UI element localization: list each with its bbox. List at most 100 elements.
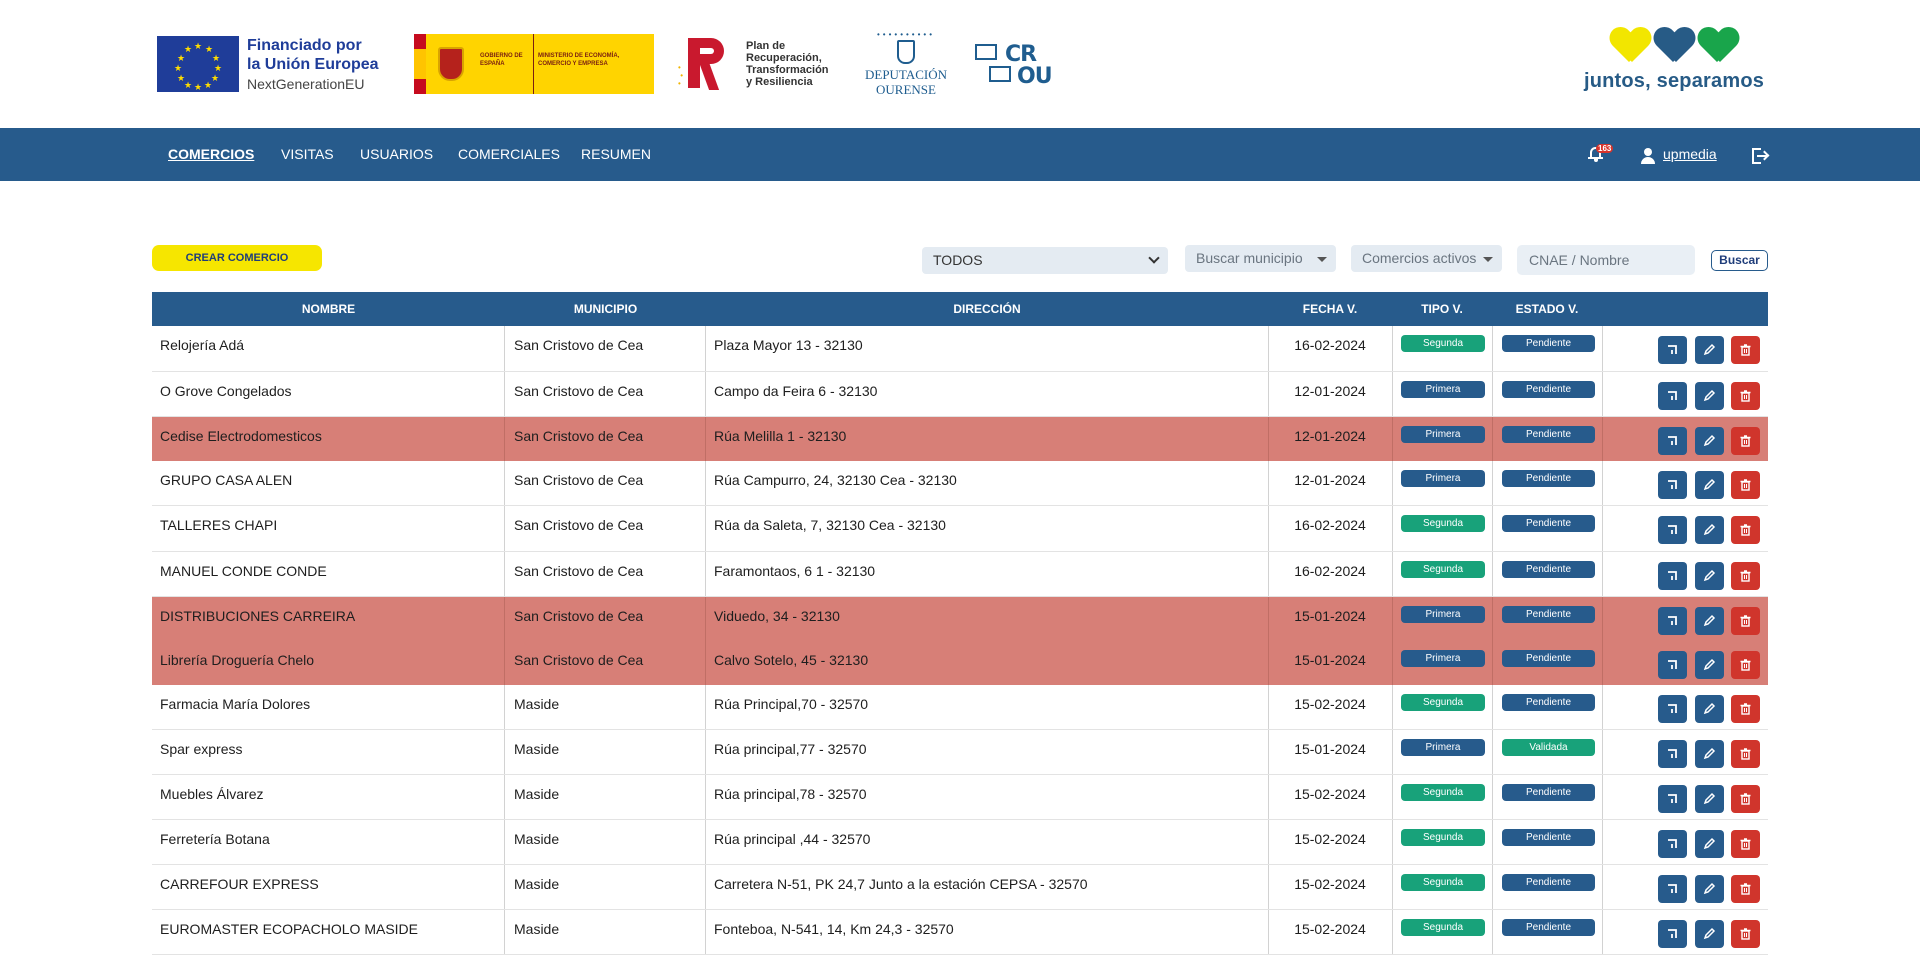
cell-municipio: San Cristovo de Cea (514, 428, 644, 444)
cell-direccion: Rúa principal ,44 - 32570 (714, 831, 871, 847)
table-row[interactable]: Librería Droguería Chelo San Cristovo de … (152, 641, 1768, 685)
cell-direccion: Rúa Campurro, 24, 32130 Cea - 32130 (714, 472, 957, 488)
assign-visit-button[interactable] (1658, 382, 1687, 410)
tipo-visita-badge: Segunda (1401, 829, 1485, 846)
deputacion-line1: DEPUTACIÓN (864, 67, 947, 82)
tipo-filter-select[interactable]: TODOS (922, 247, 1168, 274)
table-row[interactable]: CARREFOUR EXPRESS Maside Carretera N-51, P… (152, 865, 1768, 910)
assign-visit-button[interactable] (1658, 516, 1687, 544)
cell-fecha: 15-02-2024 (1294, 876, 1366, 892)
cell-direccion: Rúa da Saleta, 7, 32130 Cea - 32130 (714, 517, 946, 533)
edit-button[interactable] (1695, 875, 1724, 903)
tipo-visita-badge: Primera (1401, 426, 1485, 443)
edit-button[interactable] (1695, 830, 1724, 858)
chevron-down-icon (1148, 252, 1160, 264)
column-header-fecha: FECHA V. (1302, 302, 1358, 316)
table-row[interactable]: EUROMASTER ECOPACHOLO MASIDE Maside Fonteb… (152, 910, 1768, 955)
delete-button[interactable] (1731, 830, 1760, 858)
cell-direccion: Calvo Sotelo, 45 - 32130 (714, 652, 869, 668)
nav-usuarios[interactable]: USUARIOS (360, 146, 433, 162)
nav-resumen[interactable]: RESUMEN (581, 146, 651, 162)
table-row[interactable]: Cedise Electrodomesticos San Cristovo de … (152, 417, 1768, 461)
delete-button[interactable] (1731, 875, 1760, 903)
delete-button[interactable] (1731, 471, 1760, 499)
prtr-line1: Plan de (746, 40, 786, 52)
assign-visit-button[interactable] (1658, 471, 1687, 499)
yellow-heart-icon (1610, 28, 1650, 66)
delete-button[interactable] (1731, 382, 1760, 410)
estado-visita-badge: Pendiente (1502, 694, 1595, 711)
assign-visit-button[interactable] (1658, 830, 1687, 858)
username-link[interactable]: upmedia (1663, 146, 1717, 162)
table-row[interactable]: GRUPO CASA ALEN San Cristovo de Cea Rúa Ca… (152, 461, 1768, 506)
edit-button[interactable] (1695, 785, 1724, 813)
cell-fecha: 15-02-2024 (1294, 786, 1366, 802)
buscar-button[interactable]: Buscar (1711, 250, 1768, 271)
table-row[interactable]: Ferretería Botana Maside Rúa principal ,44… (152, 820, 1768, 865)
assign-visit-button[interactable] (1658, 695, 1687, 723)
main-navbar: COMERCIOS VISITAS USUARIOS COMERCIALES R… (0, 128, 1920, 181)
estado-comercio-select[interactable]: Comercios activos (1351, 245, 1502, 272)
cell-nombre: TALLERES CHAPI (160, 517, 278, 533)
edit-button[interactable] (1695, 336, 1724, 364)
delete-button[interactable] (1731, 562, 1760, 590)
edit-button[interactable] (1695, 562, 1724, 590)
table-row[interactable]: Spar express Maside Rúa principal,77 - 325… (152, 730, 1768, 775)
notification-count-badge: 163 (1596, 144, 1614, 153)
delete-button[interactable] (1731, 740, 1760, 768)
assign-visit-button[interactable] (1658, 607, 1687, 635)
delete-button[interactable] (1731, 695, 1760, 723)
assign-visit-button[interactable] (1658, 920, 1687, 948)
table-row[interactable]: Muebles Álvarez Maside Rúa principal,78 - … (152, 775, 1768, 820)
cell-fecha: 15-02-2024 (1294, 921, 1366, 937)
delete-button[interactable] (1731, 427, 1760, 455)
delete-button[interactable] (1731, 785, 1760, 813)
assign-visit-button[interactable] (1658, 785, 1687, 813)
table-row[interactable]: Farmacia María Dolores Maside Rúa Principa… (152, 685, 1768, 730)
nav-comerciales[interactable]: COMERCIALES (458, 146, 560, 162)
edit-button[interactable] (1695, 607, 1724, 635)
cell-fecha: 16-02-2024 (1294, 563, 1366, 579)
edit-button[interactable] (1695, 695, 1724, 723)
table-row[interactable]: Relojería Adá San Cristovo de Cea Plaza Ma… (152, 326, 1768, 372)
table-row[interactable]: MANUEL CONDE CONDE San Cristovo de Cea Far… (152, 552, 1768, 597)
tipo-visita-badge: Segunda (1401, 515, 1485, 532)
edit-button[interactable] (1695, 516, 1724, 544)
cell-fecha: 15-02-2024 (1294, 696, 1366, 712)
delete-button[interactable] (1731, 336, 1760, 364)
edit-button[interactable] (1695, 740, 1724, 768)
nav-comercios[interactable]: COMERCIOS (168, 146, 254, 162)
edit-button[interactable] (1695, 471, 1724, 499)
cell-fecha: 15-01-2024 (1294, 652, 1366, 668)
edit-button[interactable] (1695, 382, 1724, 410)
delete-button[interactable] (1731, 651, 1760, 679)
nav-visitas[interactable]: VISITAS (281, 146, 334, 162)
delete-button[interactable] (1731, 607, 1760, 635)
tipo-visita-badge: Segunda (1401, 784, 1485, 801)
cell-municipio: San Cristovo de Cea (514, 563, 644, 579)
estado-visita-badge: Pendiente (1502, 829, 1595, 846)
estado-visita-badge: Pendiente (1502, 784, 1595, 801)
cell-nombre: MANUEL CONDE CONDE (160, 563, 327, 579)
cell-nombre: Librería Droguería Chelo (160, 652, 315, 668)
delete-button[interactable] (1731, 516, 1760, 544)
assign-visit-button[interactable] (1658, 562, 1687, 590)
table-row[interactable]: O Grove Congelados San Cristovo de Cea Cam… (152, 372, 1768, 417)
table-row[interactable]: TALLERES CHAPI San Cristovo de Cea Rúa da … (152, 506, 1768, 552)
assign-visit-button[interactable] (1658, 336, 1687, 364)
edit-button[interactable] (1695, 920, 1724, 948)
table-row[interactable]: DISTRIBUCIONES CARREIRA San Cristovo de C… (152, 597, 1768, 641)
cell-municipio: San Cristovo de Cea (514, 517, 644, 533)
assign-visit-button[interactable] (1658, 651, 1687, 679)
edit-button[interactable] (1695, 651, 1724, 679)
delete-button[interactable] (1731, 920, 1760, 948)
municipio-search-select[interactable]: Buscar municipio (1185, 245, 1336, 272)
logout-icon[interactable] (1752, 148, 1770, 164)
assign-visit-button[interactable] (1658, 740, 1687, 768)
crear-comercio-button[interactable]: CREAR COMERCIO (152, 245, 322, 271)
cnae-nombre-input[interactable] (1517, 245, 1695, 275)
assign-visit-button[interactable] (1658, 427, 1687, 455)
assign-visit-button[interactable] (1658, 875, 1687, 903)
eu-logo-line3: NextGenerationEU (247, 76, 365, 92)
edit-button[interactable] (1695, 427, 1724, 455)
